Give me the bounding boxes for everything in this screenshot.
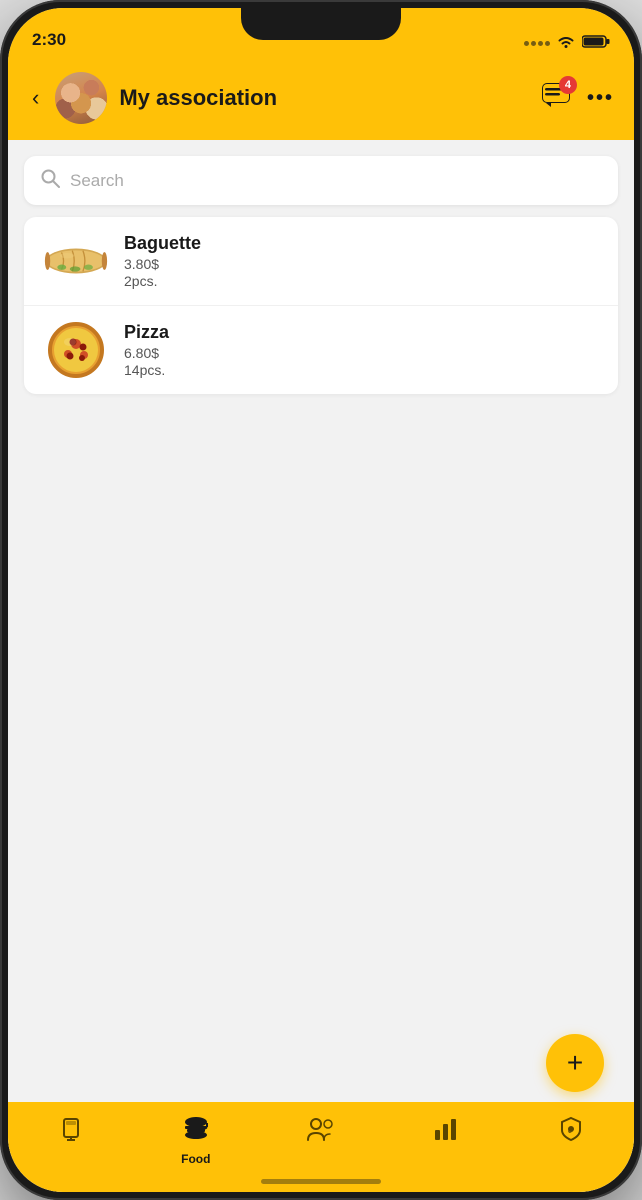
notch — [241, 8, 401, 40]
baguette-image — [44, 236, 108, 286]
battery-icon — [582, 34, 610, 52]
avatar[interactable] — [55, 72, 107, 124]
status-time: 2:30 — [32, 30, 66, 52]
pizza-image — [44, 325, 108, 375]
burger-icon — [182, 1116, 210, 1149]
item-info: Pizza 6.80$ 14pcs. — [124, 322, 598, 378]
item-name: Pizza — [124, 322, 598, 343]
phone-screen: 2:30 — [8, 8, 634, 1192]
item-qty: 2pcs. — [124, 273, 598, 289]
notifications-button[interactable]: 4 — [541, 82, 571, 115]
add-item-button[interactable]: + — [546, 1034, 604, 1092]
cup-icon — [58, 1116, 84, 1149]
signal-icon — [524, 41, 550, 46]
nav-item-drinks[interactable] — [8, 1112, 133, 1149]
more-options-button[interactable]: ••• — [587, 87, 614, 110]
nav-item-people[interactable] — [258, 1112, 383, 1149]
nav-item-food[interactable]: Food — [133, 1112, 258, 1166]
nav-item-settings[interactable]: e — [509, 1112, 634, 1149]
status-icons — [524, 34, 610, 52]
bars-icon — [433, 1116, 459, 1149]
search-input[interactable]: Search — [70, 171, 124, 191]
screen-inner: 2:30 — [8, 8, 634, 1192]
list-item[interactable]: Baguette 3.80$ 2pcs. — [24, 217, 618, 306]
notification-badge: 4 — [559, 76, 577, 94]
search-icon — [40, 168, 60, 193]
shield-icon: e — [558, 1116, 584, 1149]
back-button[interactable]: ‹ — [28, 81, 43, 115]
item-qty: 14pcs. — [124, 362, 598, 378]
item-price: 3.80$ — [124, 256, 598, 272]
search-bar[interactable]: Search — [24, 156, 618, 205]
people-icon — [306, 1116, 336, 1149]
header: ‹ My association 4 — [8, 60, 634, 140]
item-info: Baguette 3.80$ 2pcs. — [124, 233, 598, 289]
page-title: My association — [119, 85, 529, 111]
phone-frame: 2:30 — [0, 0, 642, 1200]
content-area: Search — [8, 140, 634, 1192]
home-indicator — [261, 1179, 381, 1184]
svg-text:e: e — [568, 1128, 572, 1135]
item-name: Baguette — [124, 233, 598, 254]
list-item[interactable]: Pizza 6.80$ 14pcs. — [24, 306, 618, 394]
item-price: 6.80$ — [124, 345, 598, 361]
items-list: Baguette 3.80$ 2pcs. — [24, 217, 618, 394]
wifi-icon — [556, 34, 576, 52]
nav-label-food: Food — [181, 1152, 210, 1166]
header-actions: 4 ••• — [541, 82, 614, 115]
nav-item-stats[interactable] — [384, 1112, 509, 1149]
